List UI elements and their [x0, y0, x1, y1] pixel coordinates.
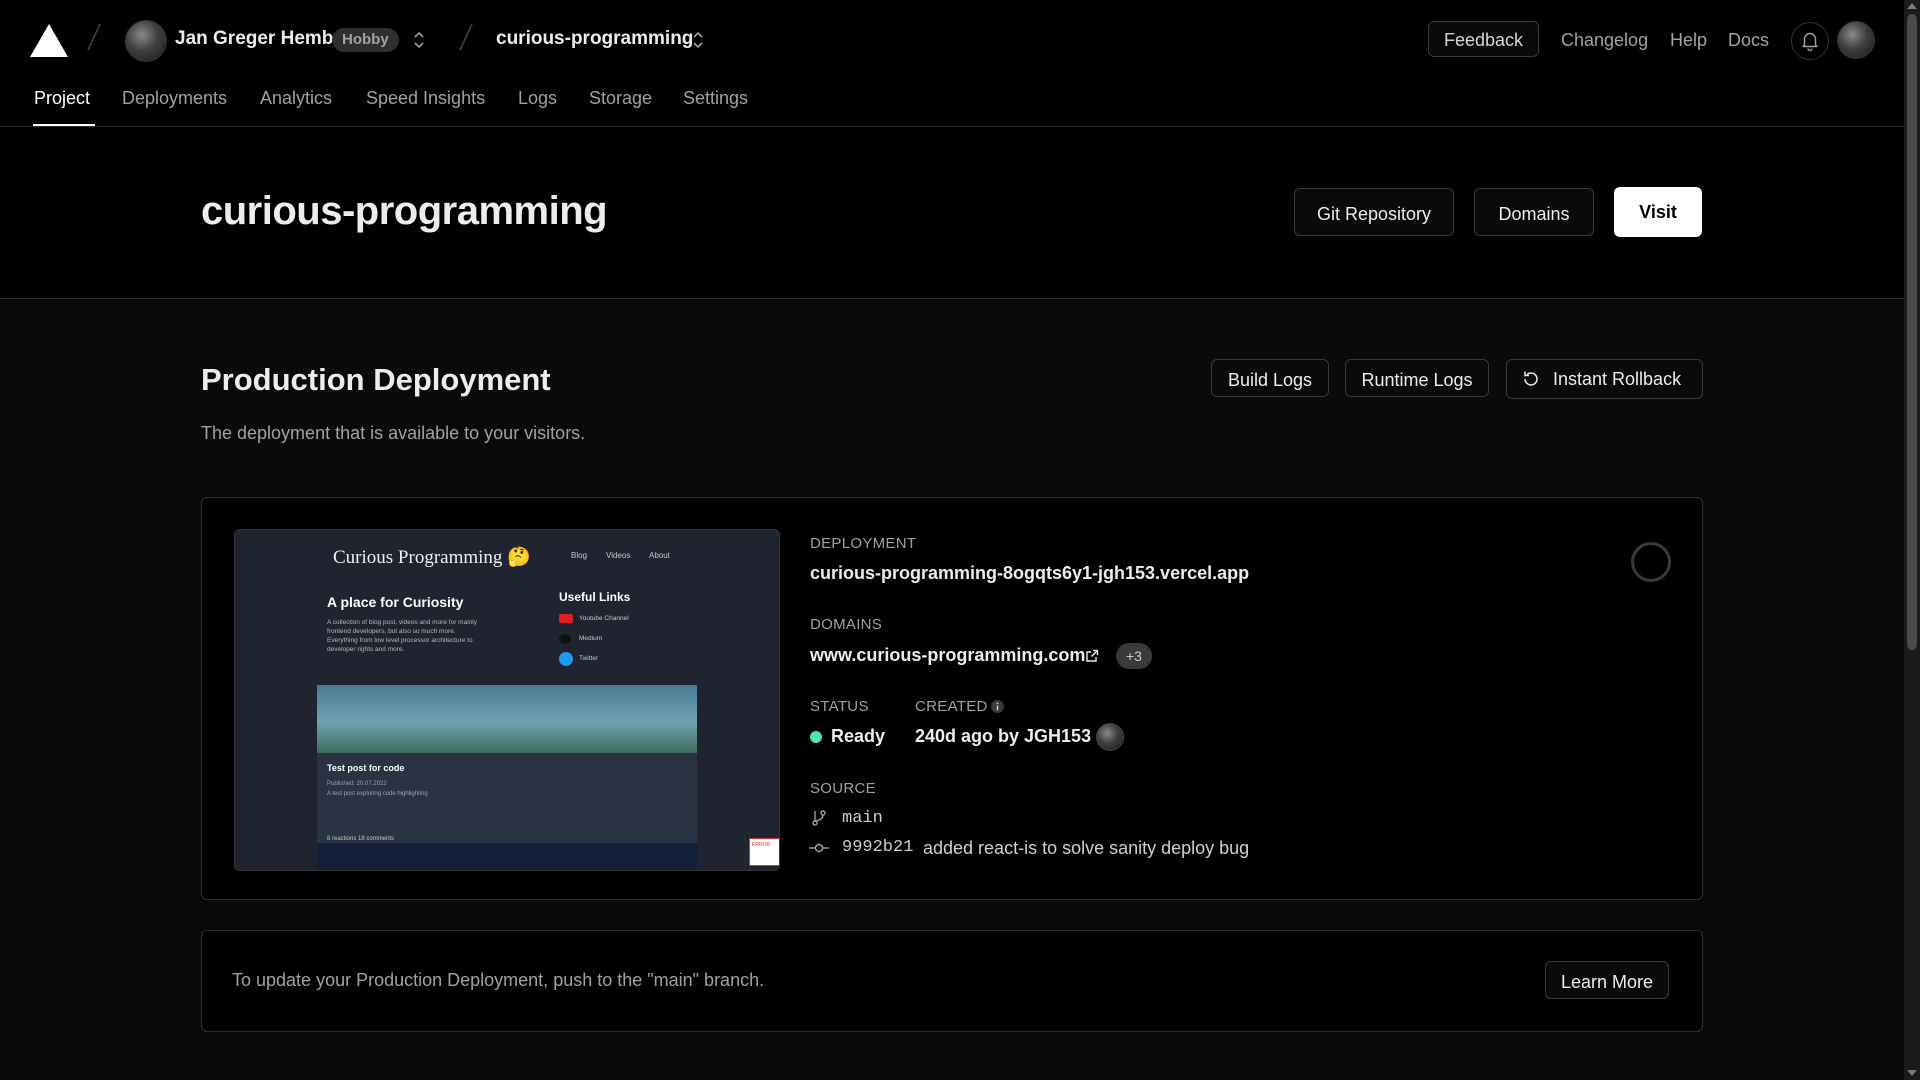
deployment-preview[interactable]: Curious Programming 🤔 Blog Videos About … — [234, 529, 780, 871]
preview-link-medium: Medium — [579, 635, 603, 642]
extra-domains-badge[interactable]: +3 — [1116, 643, 1152, 669]
status-label: STATUS — [810, 698, 869, 715]
feedback-button[interactable]: Feedback — [1428, 21, 1540, 57]
preview-link-twitter: Twitter — [579, 655, 599, 662]
active-tab-indicator — [33, 124, 95, 126]
created-label: CREATED — [915, 698, 988, 715]
preview-nav-videos: Videos — [606, 551, 631, 560]
preview-error-box: ERROR — [749, 838, 779, 866]
changelog-link[interactable]: Changelog — [1561, 30, 1648, 51]
deployment-url-link[interactable]: curious-programming-8ogqts6y1-jgh153.ver… — [810, 563, 1249, 584]
tab-project[interactable]: Project — [34, 88, 90, 109]
tab-settings[interactable]: Settings — [683, 88, 748, 109]
scroll-up-arrow-icon[interactable] — [1907, 3, 1917, 9]
build-logs-button[interactable]: Build Logs — [1211, 359, 1329, 397]
breadcrumb-slash-icon — [87, 23, 101, 51]
breadcrumb-slash-icon — [459, 23, 473, 51]
preview-links-heading: Useful Links — [559, 590, 631, 604]
preview-post-title: Test post for code — [327, 763, 405, 773]
update-info-text: To update your Production Deployment, pu… — [232, 970, 765, 990]
vercel-logo-icon[interactable] — [30, 24, 68, 57]
git-repository-button[interactable]: Git Repository — [1294, 188, 1454, 236]
preview-site-title: Curious Programming 🤔 — [333, 547, 531, 568]
youtube-icon — [559, 614, 573, 623]
notifications-button[interactable] — [1791, 22, 1829, 60]
tab-speed-insights[interactable]: Speed Insights — [366, 88, 485, 109]
project-selector-chevrons-icon[interactable] — [690, 28, 706, 52]
team-selector-chevrons-icon[interactable] — [411, 28, 427, 52]
external-link-icon[interactable] — [1084, 648, 1100, 664]
deployment-card: Curious Programming 🤔 Blog Videos About … — [201, 497, 1703, 900]
branch-name[interactable]: main — [842, 809, 883, 828]
update-info-card: To update your Production Deployment, pu… — [201, 930, 1703, 1032]
team-avatar[interactable] — [125, 20, 167, 62]
preview-link-youtube: Youtube Channel — [579, 615, 629, 622]
status-ready-dot — [810, 731, 822, 743]
preview-next-post-banner — [317, 843, 697, 870]
runtime-logs-button[interactable]: Runtime Logs — [1345, 359, 1489, 397]
source-label: SOURCE — [810, 780, 876, 797]
bell-icon — [1802, 32, 1818, 52]
git-branch-icon — [812, 810, 826, 826]
medium-icon — [559, 634, 571, 644]
domain-link[interactable]: www.curious-programming.com — [810, 645, 1085, 666]
team-name[interactable]: Jan Greger Hemb — [175, 28, 333, 50]
preview-nav-blog: Blog — [571, 551, 588, 560]
instant-rollback-label: Instant Rollback — [1553, 369, 1682, 389]
main-content: Production Deployment The deployment tha… — [0, 299, 1904, 1080]
tab-logs[interactable]: Logs — [518, 88, 557, 109]
domains-button[interactable]: Domains — [1474, 188, 1594, 236]
help-link[interactable]: Help — [1670, 30, 1707, 51]
project-header: curious-programming Git Repository Domai… — [0, 127, 1904, 299]
commit-hash[interactable]: 9992b21 — [842, 838, 913, 857]
tab-analytics[interactable]: Analytics — [260, 88, 332, 109]
visit-button[interactable]: Visit — [1614, 187, 1702, 237]
preview-post-published: Published: 20.07.2022 — [327, 781, 387, 787]
section-title: Production Deployment — [201, 362, 551, 397]
tab-deployments[interactable]: Deployments — [122, 88, 227, 109]
preview-post-image — [317, 685, 697, 753]
section-subtitle: The deployment that is available to your… — [201, 423, 586, 443]
learn-more-button[interactable]: Learn More — [1545, 961, 1669, 999]
twitter-icon — [559, 652, 573, 666]
preview-hero-text: A collection of blog post, videos and mo… — [327, 619, 477, 653]
scroll-down-arrow-icon[interactable] — [1907, 1070, 1917, 1076]
commit-message[interactable]: added react-is to solve sanity deploy bu… — [923, 838, 1249, 859]
info-icon[interactable] — [990, 699, 1005, 714]
deployment-label: DEPLOYMENT — [810, 535, 917, 552]
page-scrollbar[interactable] — [1904, 0, 1920, 1080]
loading-ring-icon — [1631, 542, 1671, 582]
project-name[interactable]: curious-programming — [496, 28, 693, 50]
git-commit-icon — [809, 843, 829, 853]
preview-nav-about: About — [649, 551, 670, 560]
domains-label: DOMAINS — [810, 616, 883, 633]
project-tabs: Project Deployments Analytics Speed Insi… — [0, 80, 1904, 127]
plan-badge: Hobby — [332, 28, 399, 52]
user-avatar[interactable] — [1837, 21, 1875, 59]
page-title: curious-programming — [201, 189, 608, 233]
status-value: Ready — [831, 726, 886, 746]
preview-post-reactions: 8 reactions 18 comments — [327, 836, 395, 842]
tab-storage[interactable]: Storage — [589, 88, 652, 109]
creator-avatar[interactable] — [1096, 723, 1124, 751]
preview-error-text: ERROR — [752, 842, 771, 848]
docs-link[interactable]: Docs — [1728, 30, 1769, 51]
preview-post-desc: A test post exploring code highlighting — [327, 791, 428, 797]
preview-hero-heading: A place for Curiosity — [327, 594, 464, 610]
top-bar: Jan Greger Hemb Hobby curious-programmin… — [0, 0, 1904, 80]
instant-rollback-button[interactable]: Instant Rollback — [1506, 359, 1703, 399]
rollback-icon — [1524, 371, 1538, 386]
created-value: 240d ago by JGH153 — [915, 726, 1092, 746]
scrollbar-thumb[interactable] — [1907, 14, 1917, 650]
